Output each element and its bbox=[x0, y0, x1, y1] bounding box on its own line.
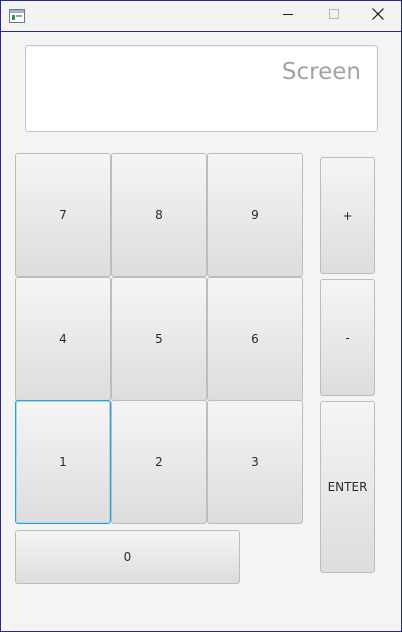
maximize-icon bbox=[328, 7, 340, 25]
minimize-icon bbox=[282, 7, 294, 25]
key-4[interactable]: 4 bbox=[15, 277, 111, 401]
minimize-button[interactable] bbox=[265, 1, 311, 31]
app-icon bbox=[9, 9, 25, 23]
key-9[interactable]: 9 bbox=[207, 153, 303, 277]
key-0[interactable]: 0 bbox=[15, 530, 240, 584]
key-5[interactable]: 5 bbox=[111, 277, 207, 401]
display-placeholder: Screen bbox=[281, 59, 361, 85]
close-button[interactable] bbox=[355, 1, 401, 31]
close-icon bbox=[371, 7, 385, 26]
key-1[interactable]: 1 bbox=[15, 400, 111, 524]
plus-button[interactable]: + bbox=[320, 157, 375, 274]
minus-button[interactable]: - bbox=[320, 279, 375, 396]
key-7[interactable]: 7 bbox=[15, 153, 111, 277]
title-bar[interactable] bbox=[1, 1, 401, 32]
maximize-button[interactable] bbox=[311, 1, 357, 31]
calculator-window: Screen 7 8 9 4 5 6 1 2 3 0 + - ENTER bbox=[0, 0, 402, 632]
key-3[interactable]: 3 bbox=[207, 400, 303, 524]
key-8[interactable]: 8 bbox=[111, 153, 207, 277]
key-2[interactable]: 2 bbox=[111, 400, 207, 524]
display-screen[interactable]: Screen bbox=[25, 45, 378, 132]
enter-button[interactable]: ENTER bbox=[320, 401, 375, 573]
key-6[interactable]: 6 bbox=[207, 277, 303, 401]
